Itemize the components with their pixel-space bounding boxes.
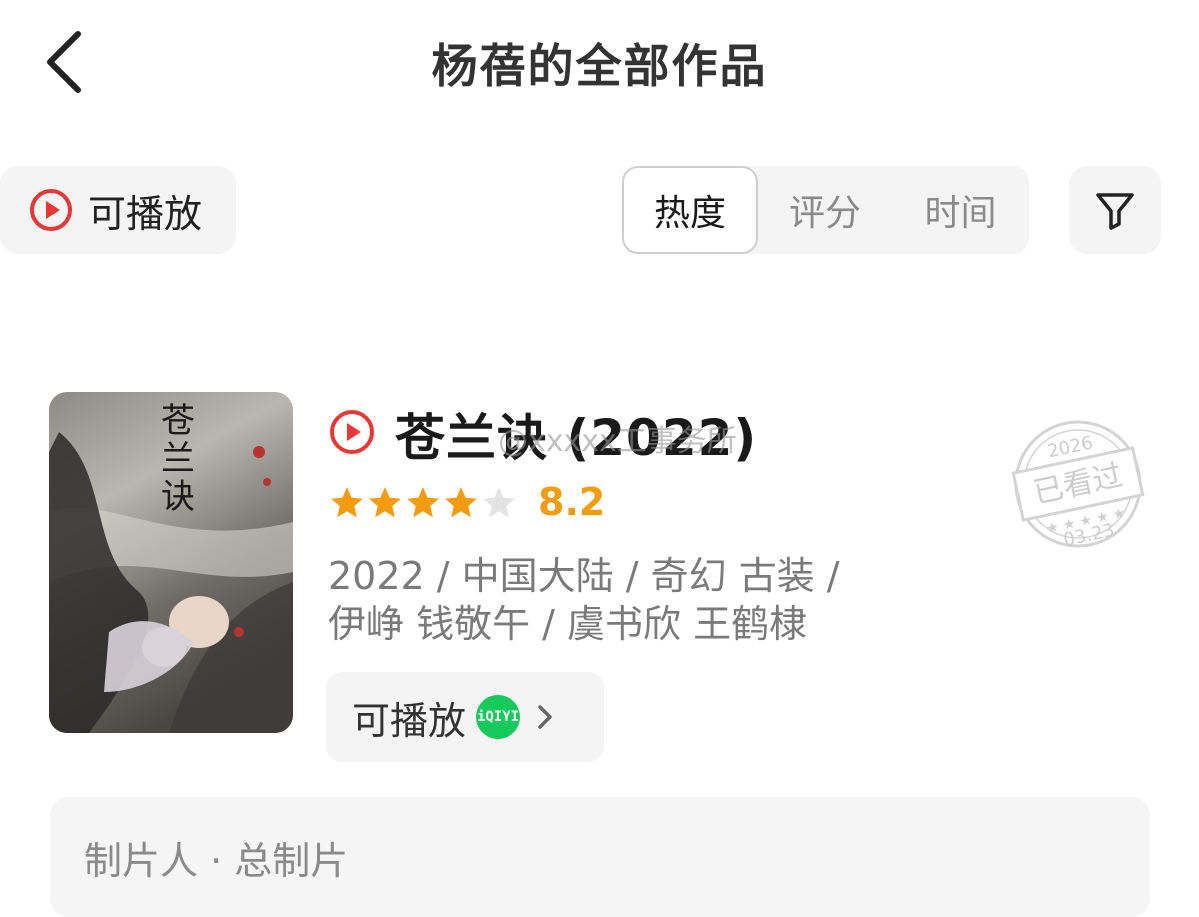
play-source-button[interactable]: 可播放 iQIYI [326, 672, 604, 762]
funnel-icon [1096, 193, 1134, 230]
play-source-label: 可播放 [352, 698, 467, 743]
sort-tabs: 热度 评分 时间 [622, 166, 1029, 254]
star-empty-icon [483, 487, 515, 518]
star-rating [328, 484, 518, 522]
work-meta-line1: 2022 / 中国大陆 / 奇幻 古装 / [328, 554, 840, 598]
playable-filter-label: 可播放 [88, 191, 203, 236]
star-icon [407, 487, 439, 518]
rating-score: 8.2 [538, 480, 606, 524]
tab-rating[interactable]: 评分 [758, 166, 892, 254]
tab-popularity[interactable]: 热度 [622, 166, 758, 254]
play-circle-icon [30, 189, 72, 231]
watched-stamp: 2026 已看过 ★ ★ ★ ★ ★ 03.23 [1003, 414, 1153, 554]
watermark: @xxxxx工事务所 [498, 424, 737, 459]
chevron-right-icon [538, 705, 552, 729]
playable-filter-button[interactable]: 可播放 [0, 166, 236, 254]
star-icon [331, 487, 363, 518]
work-meta-line2: 伊峥 钱敬午 / 虞书欣 王鹤棣 [328, 602, 808, 646]
star-icon [369, 487, 401, 518]
poster-image[interactable]: 苍 兰 诀 [49, 392, 293, 733]
title-play-icon [328, 408, 376, 460]
svg-text:兰: 兰 [161, 439, 195, 479]
filter-button[interactable] [1069, 166, 1161, 254]
producer-text: 制片人 · 总制片 [84, 839, 349, 883]
iqiyi-icon: iQIYI [476, 695, 521, 739]
svg-text:诀: 诀 [161, 477, 195, 517]
tab-time[interactable]: 时间 [892, 166, 1029, 254]
poster-title-text: 苍 [161, 401, 195, 441]
page-title: 杨蓓的全部作品 [431, 39, 768, 93]
star-icon [445, 487, 477, 518]
